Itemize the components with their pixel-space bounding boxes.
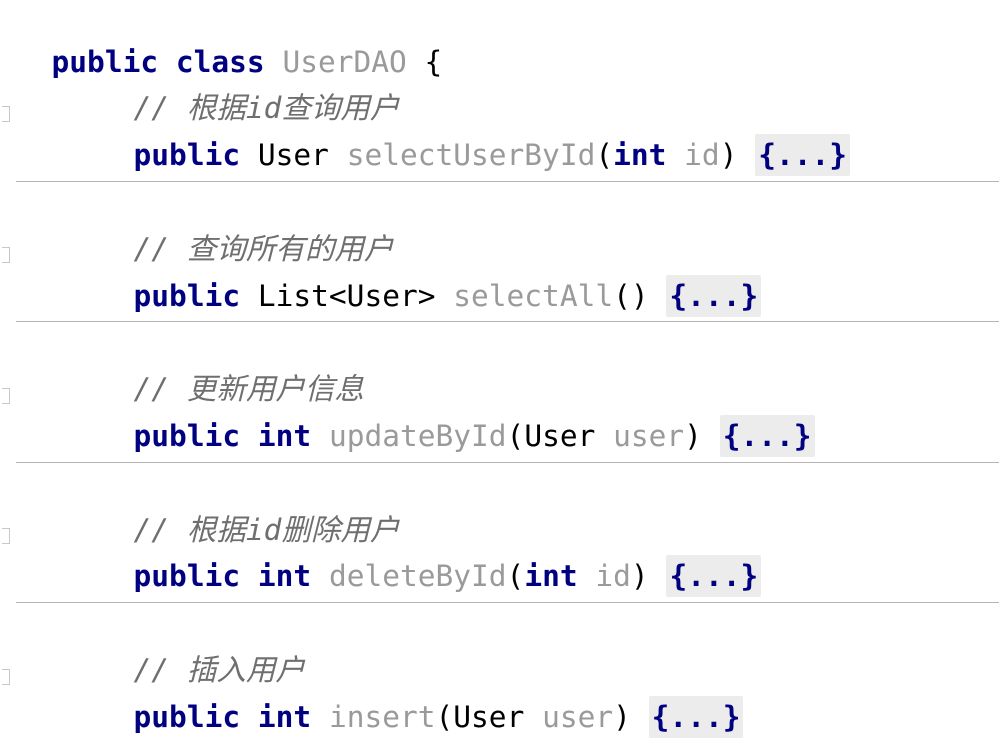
- param-type: User: [453, 700, 525, 734]
- param-type: User: [524, 419, 596, 453]
- method-separator: [16, 602, 999, 603]
- fold-marker-icon[interactable]: [2, 669, 10, 685]
- return-type: int: [257, 700, 312, 734]
- method-name: selectUserById: [346, 138, 596, 172]
- method-signature: public User selectUserById(int id) {...}: [98, 95, 851, 176]
- param-open: (: [506, 559, 525, 593]
- param-name: user: [542, 700, 614, 734]
- folded-body-button[interactable]: {...}: [648, 696, 744, 738]
- keyword-public: public: [133, 700, 241, 734]
- keyword-public: public: [133, 279, 241, 313]
- param-name: user: [613, 419, 685, 453]
- folded-body-button[interactable]: {...}: [755, 134, 851, 176]
- folded-body-button[interactable]: {...}: [666, 555, 762, 597]
- fold-marker-icon[interactable]: [2, 528, 10, 544]
- param-close: ): [630, 559, 649, 593]
- fold-marker-icon[interactable]: [2, 247, 10, 263]
- folded-body-button[interactable]: {...}: [666, 275, 762, 317]
- return-type: int: [257, 419, 312, 453]
- method-name: selectAll: [453, 279, 614, 313]
- method-signature: public int deleteById(int id) {...}: [98, 516, 762, 597]
- method-signature: public int insert(User user) {...}: [98, 657, 744, 738]
- param-close: ): [613, 700, 631, 734]
- keyword-public: public: [133, 419, 241, 453]
- return-type: List<User>: [257, 279, 436, 313]
- method-name: insert: [328, 700, 436, 734]
- param-close: ): [719, 138, 738, 172]
- method-separator: [16, 462, 999, 463]
- method-signature: public List<User> selectAll() {...}: [98, 236, 762, 317]
- param-name: id: [595, 559, 631, 593]
- param-name: id: [684, 138, 720, 172]
- param-type: int: [524, 559, 578, 593]
- param-type: int: [613, 138, 667, 172]
- folded-body-button[interactable]: {...}: [719, 415, 815, 457]
- method-separator: [16, 321, 999, 322]
- return-type: User: [257, 138, 329, 172]
- param-open: (: [506, 419, 525, 453]
- class-open-brace: {: [424, 45, 443, 79]
- method-name: deleteById: [328, 559, 507, 593]
- fold-marker-icon[interactable]: [2, 106, 10, 122]
- fold-marker-icon[interactable]: [2, 388, 10, 404]
- method-signature: public int updateById(User user) {...}: [98, 376, 815, 457]
- keyword-public: public: [133, 138, 241, 172]
- method-separator: [16, 181, 999, 182]
- method-name: updateById: [328, 419, 507, 453]
- return-type: int: [257, 559, 312, 593]
- param-close: ): [684, 419, 702, 453]
- param-open: (): [613, 279, 649, 313]
- param-open: (: [595, 138, 614, 172]
- keyword-public: public: [133, 559, 241, 593]
- param-open: (: [435, 700, 454, 734]
